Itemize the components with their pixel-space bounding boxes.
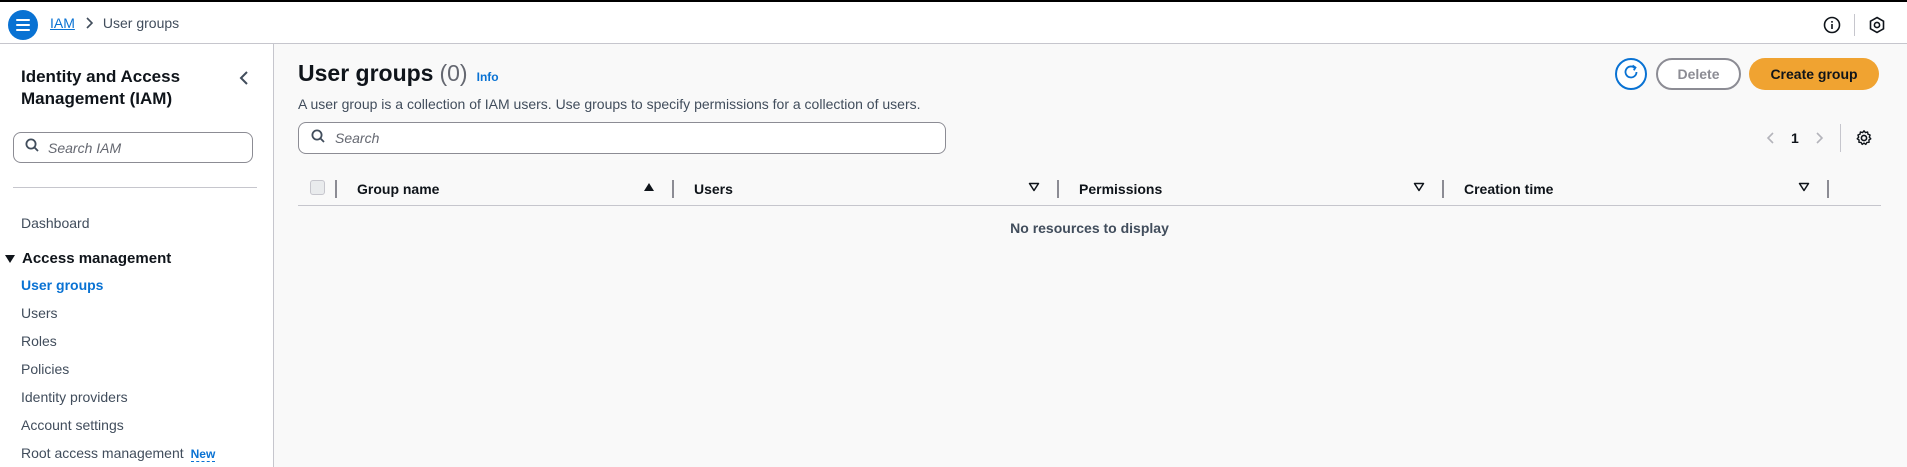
column-divider[interactable] (1827, 180, 1829, 198)
group-count: (0) (439, 60, 468, 86)
column-header-permissions[interactable]: Permissions (1079, 181, 1162, 197)
search-icon (25, 138, 39, 157)
previous-page-icon[interactable] (1760, 128, 1780, 148)
breadcrumb-iam-link[interactable]: IAM (50, 15, 75, 31)
sidebar-item-users[interactable]: Users (21, 305, 58, 321)
refresh-button[interactable] (1615, 58, 1647, 90)
chevron-right-icon (85, 17, 93, 29)
column-header-users[interactable]: Users (694, 181, 733, 197)
new-badge: New (190, 447, 216, 462)
column-divider[interactable] (672, 180, 674, 198)
top-icons (1822, 14, 1887, 36)
pagination: 1 (1760, 127, 1830, 149)
next-page-icon[interactable] (1810, 128, 1830, 148)
sidebar-item-dashboard[interactable]: Dashboard (21, 215, 90, 231)
sort-icon[interactable] (1027, 180, 1041, 194)
sidebar-divider (13, 187, 257, 188)
close-sidebar-icon[interactable] (234, 68, 254, 88)
table-search-box (298, 122, 946, 154)
main-content: User groups (0) Info A user group is a c… (275, 44, 1907, 467)
sidebar-item-user-groups[interactable]: User groups (21, 277, 103, 293)
column-divider[interactable] (1057, 180, 1059, 198)
select-all-checkbox[interactable] (310, 180, 325, 195)
delete-button[interactable]: Delete (1656, 58, 1741, 90)
column-header-group-name[interactable]: Group name (357, 181, 439, 197)
security-icon[interactable] (1867, 15, 1887, 35)
info-icon[interactable] (1822, 15, 1842, 35)
breadcrumb-current: User groups (102, 15, 180, 31)
sidebar-title: Identity and Access Management (IAM) (21, 67, 181, 108)
sidebar-section-access-management[interactable]: Access management (5, 250, 171, 267)
sort-icon[interactable] (1797, 180, 1811, 194)
pagination-divider (1840, 124, 1841, 152)
sidebar-section-label: Access management (22, 250, 172, 267)
empty-state-message: No resources to display (1010, 220, 1169, 236)
refresh-icon (1622, 63, 1640, 86)
page-description: A user group is a collection of IAM user… (298, 96, 921, 112)
column-divider[interactable] (1442, 180, 1444, 198)
sidebar-item-root-access-management[interactable]: Root access management New (21, 445, 216, 462)
column-header-creation-time[interactable]: Creation time (1464, 181, 1553, 197)
top-divider (1854, 14, 1855, 36)
sidebar-search-box (13, 132, 253, 163)
sidebar-item-identity-providers[interactable]: Identity providers (21, 389, 128, 405)
page-header: User groups (0) Info (298, 60, 499, 87)
caret-down-icon (5, 254, 15, 263)
sidebar-item-label: Root access management (21, 445, 184, 461)
sort-ascending-icon[interactable] (642, 180, 656, 194)
column-divider (335, 180, 337, 198)
table-header: Group name Users Permissions Creation ti… (298, 168, 1881, 206)
menu-icon[interactable] (8, 10, 38, 40)
sidebar: Identity and Access Management (IAM) Das… (0, 44, 274, 467)
search-icon (311, 129, 325, 148)
page-title: User groups (298, 60, 434, 86)
page-number[interactable]: 1 (1791, 130, 1799, 146)
sidebar-item-account-settings[interactable]: Account settings (21, 417, 124, 433)
sidebar-item-policies[interactable]: Policies (21, 361, 69, 377)
sort-icon[interactable] (1412, 180, 1426, 194)
top-navigation-bar: IAM User groups (0, 2, 1907, 44)
sidebar-search-input[interactable] (48, 139, 238, 156)
breadcrumb: IAM User groups (50, 15, 179, 31)
table-search-input[interactable] (335, 130, 935, 146)
settings-gear-icon[interactable] (1854, 128, 1874, 148)
info-link[interactable]: Info (477, 70, 499, 84)
create-group-button[interactable]: Create group (1749, 58, 1879, 90)
sidebar-item-roles[interactable]: Roles (21, 333, 57, 349)
